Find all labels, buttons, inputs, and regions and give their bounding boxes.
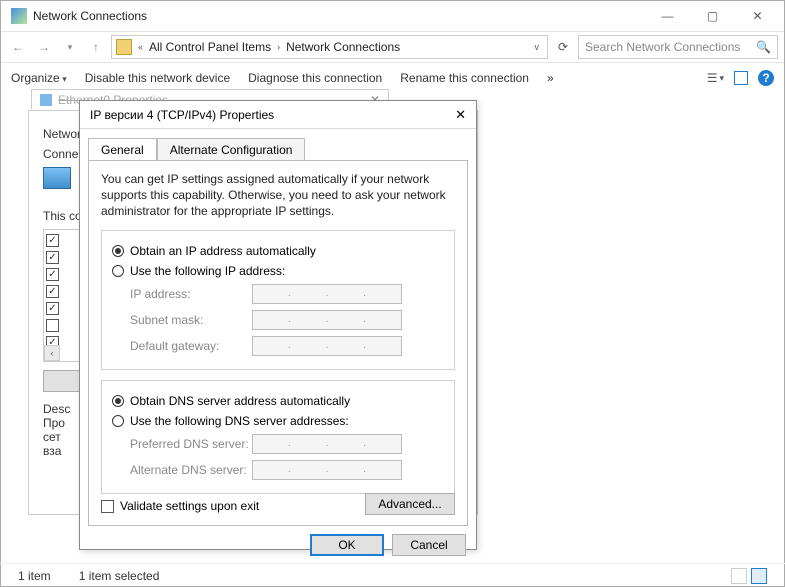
dns-group: Obtain DNS server address automatically … [101, 380, 455, 494]
close-button[interactable] [735, 2, 780, 30]
radio-dns-auto[interactable] [112, 395, 124, 407]
info-text: You can get IP settings assigned automat… [101, 171, 455, 220]
view-details-icon[interactable] [731, 568, 747, 584]
breadcrumb-item[interactable]: All Control Panel Items [149, 40, 271, 54]
preferred-dns-label: Preferred DNS server: [112, 437, 252, 451]
checkbox[interactable] [46, 319, 59, 332]
default-gateway-input: ... [252, 336, 402, 356]
crumb-chevron-icon[interactable]: « [138, 42, 143, 52]
help-icon[interactable]: ? [758, 70, 774, 86]
dialog-titlebar: IP версии 4 (TCP/IPv4) Properties ✕ [80, 101, 476, 129]
breadcrumb-item[interactable]: Network Connections [286, 40, 400, 54]
tab-alternate-config[interactable]: Alternate Configuration [157, 138, 306, 161]
checkbox[interactable]: ✓ [46, 234, 59, 247]
history-dropdown[interactable] [59, 36, 81, 58]
network-app-icon [11, 8, 27, 24]
status-selected-count: 1 item selected [79, 569, 160, 583]
rename-button[interactable]: Rename this connection [400, 71, 529, 85]
maximize-button[interactable] [690, 2, 735, 30]
radio-dns-manual-label: Use the following DNS server addresses: [130, 414, 349, 428]
default-gateway-label: Default gateway: [112, 339, 252, 353]
ip-address-label: IP address: [112, 287, 252, 301]
scroll-left-button[interactable]: ‹ [44, 345, 60, 361]
titlebar: Network Connections [1, 1, 784, 31]
tab-general[interactable]: General [88, 138, 157, 161]
alternate-dns-label: Alternate DNS server: [112, 463, 252, 477]
back-button[interactable] [7, 36, 29, 58]
ip-address-input: ... [252, 284, 402, 304]
minimize-button[interactable] [645, 2, 690, 30]
search-placeholder: Search Network Connections [585, 40, 740, 54]
search-icon[interactable]: 🔍 [756, 40, 771, 54]
refresh-button[interactable] [552, 40, 574, 54]
ip-address-group: Obtain an IP address automatically Use t… [101, 230, 455, 370]
subnet-mask-label: Subnet mask: [112, 313, 252, 327]
cancel-button[interactable]: Cancel [392, 534, 466, 556]
disable-device-button[interactable]: Disable this network device [85, 71, 230, 85]
address-dropdown[interactable]: v [531, 42, 544, 52]
dialog-title: IP версии 4 (TCP/IPv4) Properties [90, 108, 274, 122]
preview-pane-toggle[interactable] [734, 71, 748, 85]
organize-menu[interactable]: Organize [11, 71, 67, 85]
view-options[interactable]: ☰▾ [707, 71, 724, 85]
alternate-dns-input: ... [252, 460, 402, 480]
close-icon[interactable]: ✕ [455, 107, 466, 123]
crumb-chevron-icon[interactable]: › [277, 42, 280, 52]
subnet-mask-input: ... [252, 310, 402, 330]
validate-label: Validate settings upon exit [120, 499, 259, 513]
main-window: Network Connections « All Control Panel … [0, 0, 785, 587]
status-item-count: 1 item [18, 569, 51, 583]
checkbox[interactable]: ✓ [46, 268, 59, 281]
radio-ip-manual-label: Use the following IP address: [130, 264, 285, 278]
preferred-dns-input: ... [252, 434, 402, 454]
radio-ip-manual[interactable] [112, 265, 124, 277]
nav-row: « All Control Panel Items › Network Conn… [1, 31, 784, 63]
view-large-icons-icon[interactable] [751, 568, 767, 584]
search-box[interactable]: Search Network Connections 🔍 [578, 35, 778, 59]
tab-panel-general: You can get IP settings assigned automat… [88, 160, 468, 526]
radio-ip-auto[interactable] [112, 245, 124, 257]
forward-button[interactable] [33, 36, 55, 58]
checkbox[interactable]: ✓ [46, 251, 59, 264]
diagnose-button[interactable]: Diagnose this connection [248, 71, 382, 85]
validate-checkbox[interactable] [101, 500, 114, 513]
radio-ip-auto-label: Obtain an IP address automatically [130, 244, 316, 258]
more-commands[interactable] [547, 71, 554, 85]
checkbox[interactable]: ✓ [46, 285, 59, 298]
ethernet-icon [40, 94, 52, 106]
controlpanel-icon [116, 39, 132, 55]
checkbox[interactable]: ✓ [46, 302, 59, 315]
adapter-icon [43, 167, 71, 189]
radio-dns-auto-label: Obtain DNS server address automatically [130, 394, 350, 408]
ok-button[interactable]: OK [310, 534, 384, 556]
address-bar[interactable]: « All Control Panel Items › Network Conn… [111, 35, 548, 59]
advanced-button[interactable]: Advanced... [365, 493, 455, 515]
status-bar: 1 item 1 item selected [0, 563, 785, 587]
radio-dns-manual[interactable] [112, 415, 124, 427]
ipv4-properties-dialog: IP версии 4 (TCP/IPv4) Properties ✕ Gene… [79, 100, 477, 550]
window-title: Network Connections [33, 9, 645, 23]
up-button[interactable] [85, 36, 107, 58]
